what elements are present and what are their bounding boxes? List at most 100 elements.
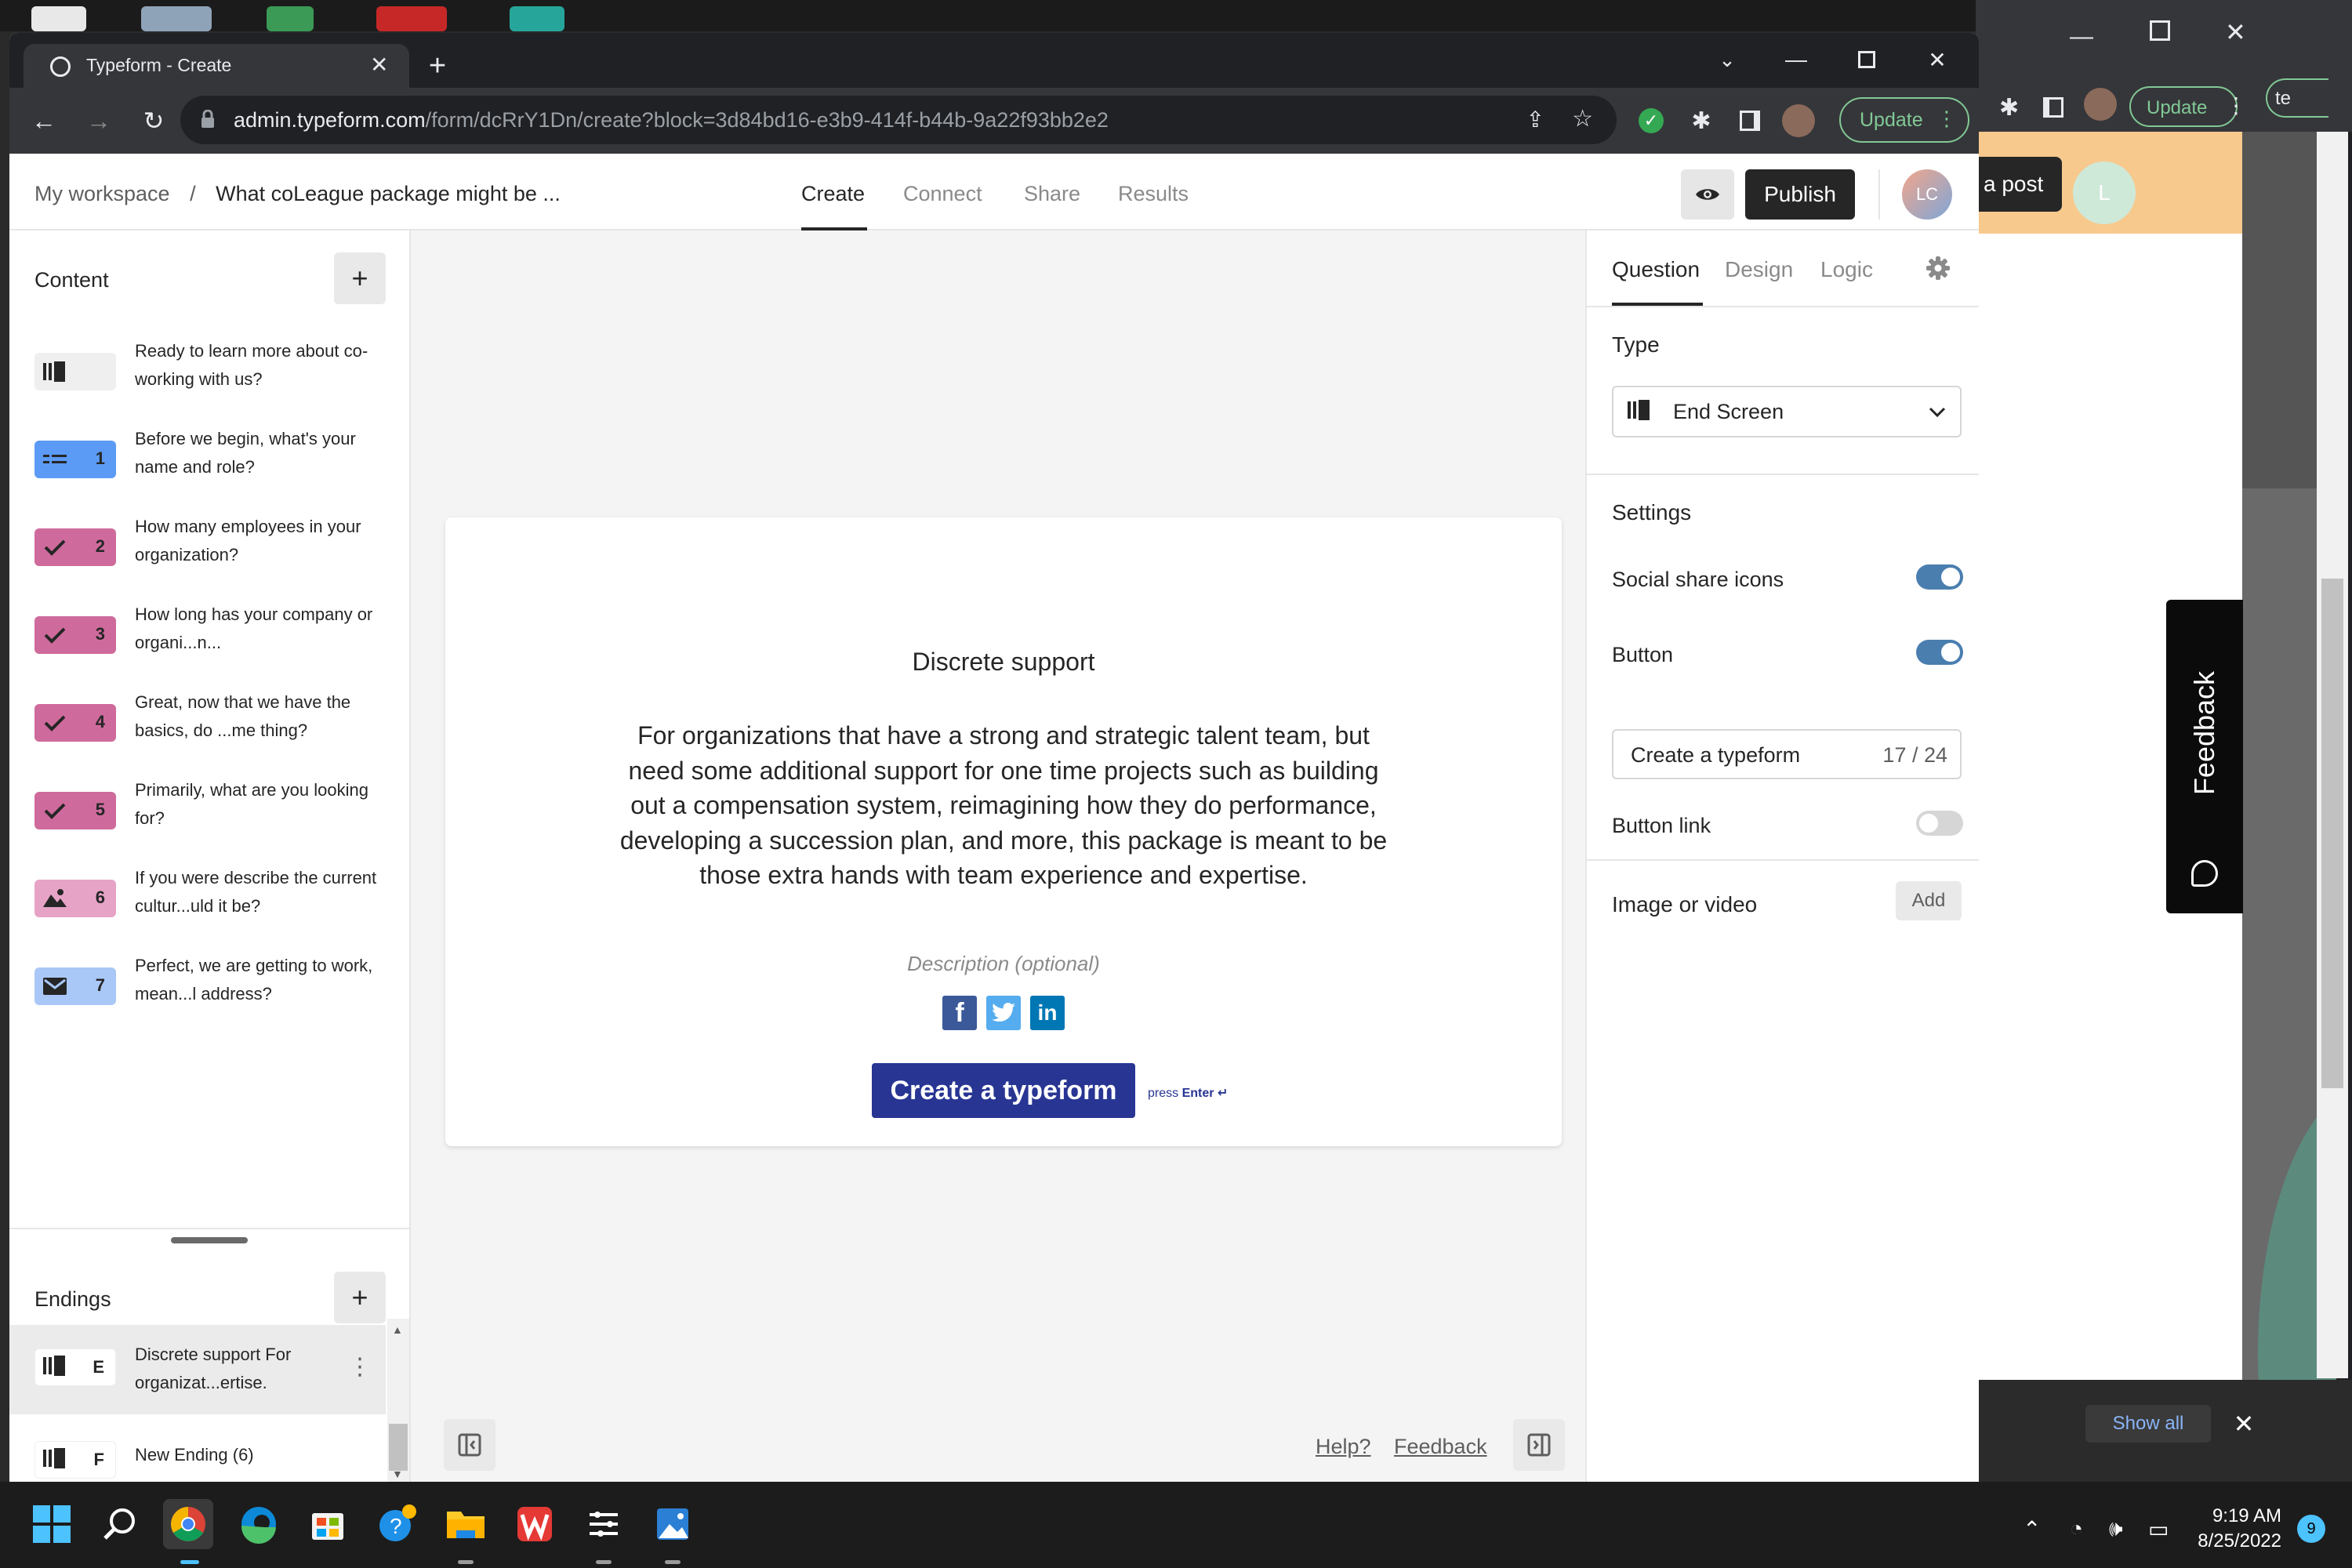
user-avatar[interactable]: LC: [1902, 169, 1952, 220]
bookmark-star-icon[interactable]: ☆: [1572, 105, 1593, 132]
question-type-select[interactable]: End Screen: [1612, 386, 1962, 437]
tab-connect[interactable]: Connect: [903, 182, 982, 206]
new-tab-button[interactable]: +: [416, 44, 459, 88]
add-content-button[interactable]: +: [334, 252, 386, 304]
scroll-down-icon[interactable]: ▼: [392, 1468, 403, 1480]
background-tab-fragment[interactable]: te: [2266, 78, 2328, 118]
tab-share[interactable]: Share: [1024, 182, 1080, 206]
button-text-input[interactable]: Create a typeform 17 / 24: [1612, 729, 1962, 779]
ending-badge: E: [34, 1348, 116, 1386]
ending-item-e[interactable]: E Discrete support For organizat...ertis…: [9, 1325, 386, 1414]
extensions-icon[interactable]: ✱: [1999, 94, 2019, 122]
feedback-link[interactable]: Feedback: [1394, 1435, 1487, 1459]
share-icon[interactable]: ⇪: [1526, 107, 1544, 132]
window-close-icon[interactable]: ✕: [1902, 36, 1973, 83]
scrollbar-thumb[interactable]: [2321, 579, 2343, 1088]
reload-icon[interactable]: ↻: [132, 99, 176, 143]
side-panel-icon[interactable]: [1731, 102, 1769, 140]
store-icon[interactable]: [303, 1499, 353, 1549]
notification-close-icon[interactable]: ✕: [2225, 1405, 2263, 1443]
ending-menu-icon[interactable]: ⋮: [348, 1353, 372, 1381]
collapse-sidebar-button[interactable]: [444, 1419, 495, 1471]
panel-divider: [1587, 474, 1979, 475]
end-screen-description[interactable]: For organizations that have a strong and…: [612, 718, 1396, 893]
end-screen-preview-card[interactable]: Discrete support For organizations that …: [445, 517, 1562, 1146]
maximize-icon[interactable]: [1831, 36, 1902, 83]
breadcrumb-form-title[interactable]: What coLeague package might be ...: [216, 182, 561, 205]
list-item-question-2[interactable]: 2 How many employees in your organizatio…: [9, 513, 411, 601]
collapse-panel-button[interactable]: [1513, 1419, 1565, 1471]
profile-avatar[interactable]: [1780, 102, 1817, 140]
scrollbar-thumb[interactable]: [389, 1424, 408, 1471]
ending-item-f[interactable]: F New Ending (6): [9, 1417, 386, 1482]
breadcrumb-workspace[interactable]: My workspace: [34, 182, 170, 205]
profile-avatar[interactable]: [2084, 88, 2117, 121]
wps-office-icon[interactable]: [510, 1499, 560, 1549]
end-screen-cta-button[interactable]: Create a typeform: [872, 1063, 1135, 1118]
forward-icon[interactable]: →: [77, 99, 121, 143]
button-link-toggle[interactable]: [1916, 811, 1963, 836]
tab-create[interactable]: Create: [801, 182, 865, 206]
search-icon[interactable]: [94, 1499, 144, 1549]
minimize-icon[interactable]: —: [1761, 36, 1831, 83]
end-screen-title[interactable]: Discrete support: [445, 648, 1562, 677]
volume-icon[interactable]: 🕪: [2109, 1516, 2123, 1542]
list-item-question-5[interactable]: 5 Primarily, what are you looking for?: [9, 776, 411, 864]
button-toggle[interactable]: [1916, 640, 1963, 665]
list-item-question-1[interactable]: 1 Before we begin, what's your name and …: [9, 425, 411, 513]
tab-design[interactable]: Design: [1725, 257, 1793, 282]
edge-icon[interactable]: [234, 1499, 284, 1549]
notification-badge[interactable]: 9: [2297, 1515, 2325, 1543]
social-share-toggle[interactable]: [1916, 564, 1963, 590]
list-item-question-6[interactable]: 6 If you were describe the current cultu…: [9, 864, 411, 952]
update-button[interactable]: Update ⋮: [1839, 97, 1969, 143]
side-panel-icon[interactable]: [2043, 97, 2063, 118]
tab-search-icon[interactable]: ⌄: [1692, 36, 1762, 83]
address-bar[interactable]: admin.typeform.com/form/dcRrY1Dn/create?…: [180, 96, 1617, 144]
extension-check-icon[interactable]: ✓: [1632, 102, 1670, 140]
description-placeholder[interactable]: Description (optional): [445, 952, 1562, 976]
background-scrollbar[interactable]: [2317, 132, 2348, 1378]
feedback-side-tab[interactable]: Feedback: [2166, 600, 2243, 913]
chrome-icon[interactable]: [163, 1499, 213, 1549]
battery-icon[interactable]: ▭: [2148, 1516, 2169, 1542]
tab-question[interactable]: Question: [1612, 257, 1700, 282]
file-explorer-icon[interactable]: [441, 1499, 491, 1549]
endings-scrollbar[interactable]: ▲ ▼: [387, 1319, 409, 1482]
list-item-question-4[interactable]: 4 Great, now that we have the basics, do…: [9, 688, 411, 776]
social-share-label: Social share icons: [1612, 568, 1784, 591]
tab-close-icon[interactable]: ✕: [370, 52, 388, 78]
add-image-button[interactable]: Add: [1896, 881, 1962, 920]
browser-tab[interactable]: Typeform - Create ✕: [24, 44, 409, 88]
back-icon[interactable]: ←: [22, 99, 66, 143]
windows-start-icon[interactable]: [27, 1499, 77, 1549]
publish-button[interactable]: Publish: [1745, 169, 1855, 220]
extensions-icon[interactable]: ✱: [1682, 102, 1720, 140]
tab-logic[interactable]: Logic: [1820, 257, 1873, 282]
tips-icon[interactable]: ?: [372, 1499, 422, 1549]
close-icon[interactable]: ✕: [2225, 17, 2246, 47]
preview-button[interactable]: [1681, 169, 1734, 220]
background-post-button[interactable]: a post: [1976, 157, 2062, 212]
list-item-question-3[interactable]: 3 How long has your company or organi...…: [9, 601, 411, 688]
background-update-button[interactable]: Update: [2129, 86, 2238, 127]
tab-results[interactable]: Results: [1118, 182, 1189, 206]
system-clock[interactable]: 9:19 AM 8/25/2022: [2195, 1504, 2281, 1554]
menu-kebab-icon[interactable]: ⋮: [1936, 107, 1957, 131]
help-link[interactable]: Help?: [1316, 1435, 1371, 1459]
background-browser-window[interactable]: — ✕ te ✱ Update ⋮ a post L: [1976, 0, 2352, 1482]
add-ending-button[interactable]: +: [334, 1272, 386, 1323]
list-item-welcome[interactable]: Ready to learn more about co-working wit…: [9, 337, 411, 425]
minimize-icon[interactable]: —: [2070, 24, 2093, 50]
show-all-button[interactable]: Show all: [2085, 1405, 2211, 1443]
list-item-question-7[interactable]: 7 Perfect, we are getting to work, mean.…: [9, 952, 411, 1040]
resize-handle[interactable]: [171, 1237, 248, 1243]
maximize-icon[interactable]: [2150, 20, 2170, 41]
chevron-up-icon[interactable]: ⌃: [2023, 1516, 2041, 1542]
gear-icon[interactable]: [1926, 256, 1951, 281]
menu-kebab-icon[interactable]: ⋮: [2225, 93, 2247, 118]
photos-icon[interactable]: [648, 1499, 698, 1549]
task-manager-icon[interactable]: [579, 1499, 629, 1549]
scroll-up-icon[interactable]: ▲: [392, 1323, 403, 1336]
wifi-icon[interactable]: ◔: [2070, 1516, 2083, 1541]
